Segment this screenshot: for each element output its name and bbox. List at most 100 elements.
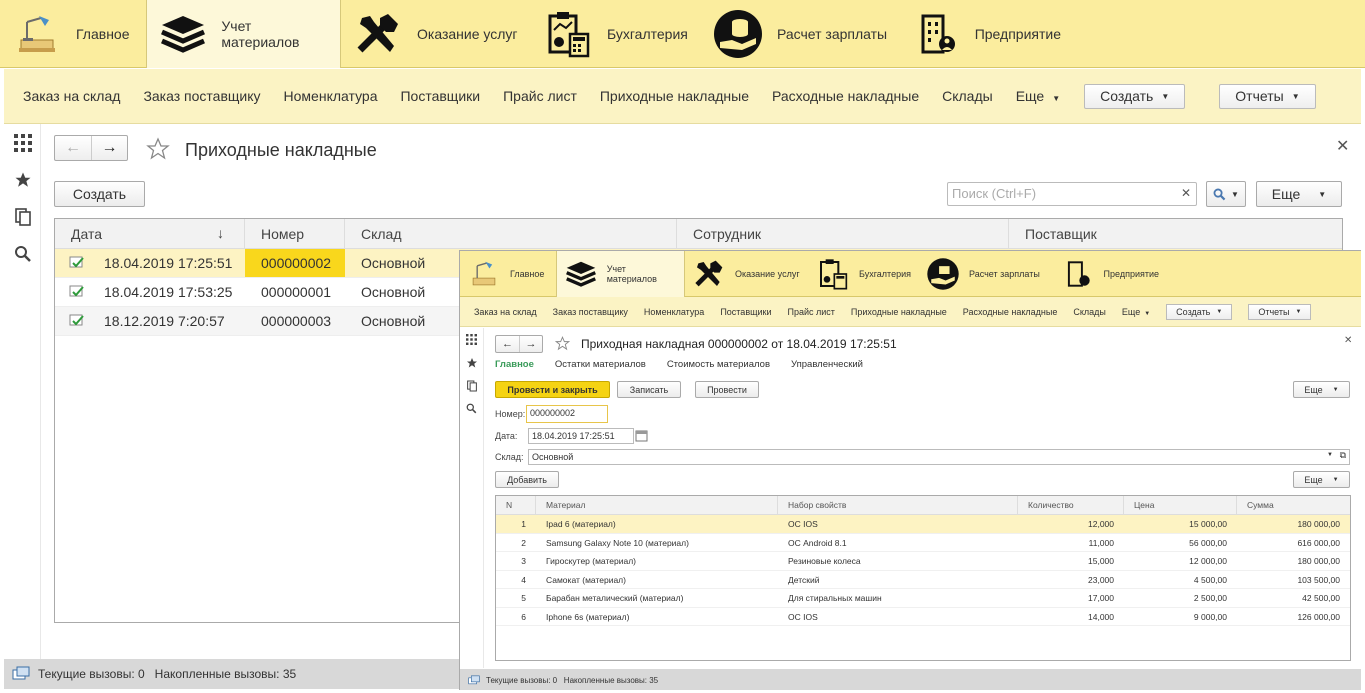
column-header-sum[interactable]: Сумма (1237, 496, 1350, 514)
forward-button[interactable]: → (519, 336, 542, 352)
column-header-date[interactable]: Дата ↓ (55, 219, 245, 248)
open-icon[interactable]: ⧉ (1340, 450, 1346, 461)
create-menu-button[interactable]: Создать ▼ (1166, 303, 1233, 320)
nav-price-list[interactable]: Прайс лист (788, 307, 835, 317)
nav-order-supplier[interactable]: Заказ поставщику (143, 88, 260, 104)
window-tools-panel (460, 328, 484, 668)
nav-order-warehouse[interactable]: Заказ на склад (23, 88, 120, 104)
history-icon[interactable] (460, 374, 483, 397)
tab-material-cost[interactable]: Стоимость материалов (667, 359, 770, 370)
history-icon[interactable] (4, 198, 41, 235)
table-row[interactable]: 5 Барабан металический (материал) Для ст… (496, 589, 1350, 608)
column-header-quantity[interactable]: Количество (1018, 496, 1124, 514)
section-payroll[interactable]: Расчет зарплаты (701, 0, 901, 68)
nav-order-warehouse[interactable]: Заказ на склад (474, 307, 537, 317)
back-button[interactable]: ← (55, 136, 91, 160)
cell-properties: ОС Android 8.1 (788, 537, 847, 548)
nav-suppliers[interactable]: Поставщики (720, 307, 771, 317)
cell-n: 6 (521, 611, 526, 622)
nav-suppliers[interactable]: Поставщики (400, 88, 480, 104)
back-button[interactable]: ← (496, 336, 519, 352)
number-field[interactable]: 000000002 (526, 405, 608, 423)
search-options-button[interactable]: ▼ (1206, 181, 1246, 207)
nav-more-menu[interactable]: Еще ▼ (1122, 307, 1150, 317)
section-materials[interactable]: Учет материалов (556, 251, 685, 297)
column-header-employee[interactable]: Сотрудник (677, 219, 1009, 248)
search-icon[interactable] (4, 235, 41, 272)
section-materials[interactable]: Учет материалов (146, 0, 341, 68)
nav-nomenclature[interactable]: Номенклатура (644, 307, 704, 317)
table-row[interactable]: 1 Ipad 6 (материал) ОС IOS 12,000 15 000… (496, 515, 1350, 534)
table-row[interactable]: 6 Iphone 6s (материал) ОС IOS 14,000 9 0… (496, 608, 1350, 626)
reports-menu-button[interactable]: Отчеты ▼ (1219, 83, 1316, 109)
column-header-supplier[interactable]: Поставщик (1009, 219, 1342, 248)
section-enterprise[interactable]: Предприятие (1055, 251, 1165, 297)
section-payroll[interactable]: Расчет зарплаты (919, 251, 1055, 297)
column-header-warehouse[interactable]: Склад (345, 219, 677, 248)
nav-warehouses[interactable]: Склады (942, 88, 993, 104)
section-services[interactable]: Оказание услуг (341, 0, 531, 68)
nav-more-menu[interactable]: Еще ▼ (1016, 88, 1060, 104)
calendar-icon[interactable] (635, 429, 648, 442)
more-button[interactable]: Еще ▼ (1293, 381, 1350, 398)
nav-outgoing-invoices[interactable]: Расходные накладные (772, 88, 919, 104)
table-row[interactable]: 2 Samsung Galaxy Note 10 (материал) ОС A… (496, 534, 1350, 552)
date-field[interactable]: 18.04.2019 17:25:51 (528, 428, 634, 444)
nav-warehouses[interactable]: Склады (1073, 307, 1106, 317)
cell-material: Ipad 6 (материал) (546, 519, 616, 529)
star-icon[interactable] (460, 351, 483, 374)
tab-main[interactable]: Главное (495, 359, 534, 370)
section-label: Предприятие (974, 26, 1061, 42)
more-button[interactable]: Еще ▼ (1256, 181, 1342, 207)
forward-button[interactable]: → (91, 136, 127, 160)
warehouse-label: Склад: (495, 452, 524, 462)
favorite-star-icon[interactable] (146, 137, 170, 161)
tab-management[interactable]: Управленческий (791, 359, 863, 370)
section-enterprise[interactable]: Предприятие (901, 0, 1071, 68)
warehouse-field[interactable]: Основной ▼ ⧉ (528, 449, 1350, 465)
post-button[interactable]: Провести (695, 381, 759, 398)
section-accounting[interactable]: Бухгалтерия (809, 251, 919, 297)
calls-icon[interactable] (468, 674, 480, 686)
section-main[interactable]: Главное (0, 0, 146, 68)
favorite-star-icon[interactable] (555, 336, 570, 351)
close-icon[interactable]: ✕ (1344, 335, 1352, 346)
nav-nomenclature[interactable]: Номенклатура (284, 88, 378, 104)
nav-incoming-invoices[interactable]: Приходные накладные (851, 307, 947, 317)
column-header-n[interactable]: N (496, 496, 536, 514)
section-accounting[interactable]: Бухгалтерия (531, 0, 701, 68)
column-header-number[interactable]: Номер (245, 219, 345, 248)
column-header-material[interactable]: Материал (536, 496, 778, 514)
table-row[interactable]: 3 Гироскутер (материал) Резиновые колеса… (496, 552, 1350, 571)
apps-grid-icon[interactable] (4, 124, 41, 161)
search-icon[interactable] (460, 397, 483, 420)
nav-order-supplier[interactable]: Заказ поставщику (553, 307, 628, 317)
table-row[interactable]: 4 Самокат (материал) Детский 23,000 4 50… (496, 571, 1350, 589)
create-menu-button[interactable]: Создать ▼ (1084, 83, 1186, 109)
chevron-down-icon: ▼ (1318, 189, 1327, 199)
chevron-down-icon[interactable]: ▼ (1327, 452, 1333, 458)
add-row-button[interactable]: Добавить (495, 471, 559, 488)
calls-icon[interactable] (12, 666, 30, 682)
reports-menu-button[interactable]: Отчеты ▼ (1248, 303, 1312, 320)
create-button[interactable]: Создать (54, 181, 145, 207)
nav-incoming-invoices[interactable]: Приходные накладные (600, 88, 749, 104)
save-button[interactable]: Записать (617, 381, 681, 398)
post-and-close-button[interactable]: Провести и закрыть (495, 381, 610, 398)
tab-material-balances[interactable]: Остатки материалов (555, 359, 646, 370)
column-header-price[interactable]: Цена (1124, 496, 1237, 514)
chevron-down-icon: ▼ (1332, 386, 1339, 393)
nav-price-list[interactable]: Прайс лист (503, 88, 577, 104)
clear-icon[interactable]: ✕ (1181, 186, 1191, 200)
column-header-properties[interactable]: Набор свойств (778, 496, 1018, 514)
window-status-bar: Текущие вызовы: 0 Накопленные вызовы: 35 (460, 669, 1361, 690)
star-icon[interactable] (4, 161, 41, 198)
posted-doc-icon (55, 249, 87, 277)
search-input[interactable]: Поиск (Ctrl+F) ✕ (947, 182, 1197, 206)
section-services[interactable]: Оказание услуг (685, 251, 809, 297)
section-main[interactable]: Главное (460, 251, 556, 297)
close-icon[interactable]: ✕ (1336, 136, 1349, 156)
apps-grid-icon[interactable] (460, 328, 483, 351)
table-more-button[interactable]: Еще ▼ (1293, 471, 1350, 488)
nav-outgoing-invoices[interactable]: Расходные накладные (963, 307, 1058, 317)
